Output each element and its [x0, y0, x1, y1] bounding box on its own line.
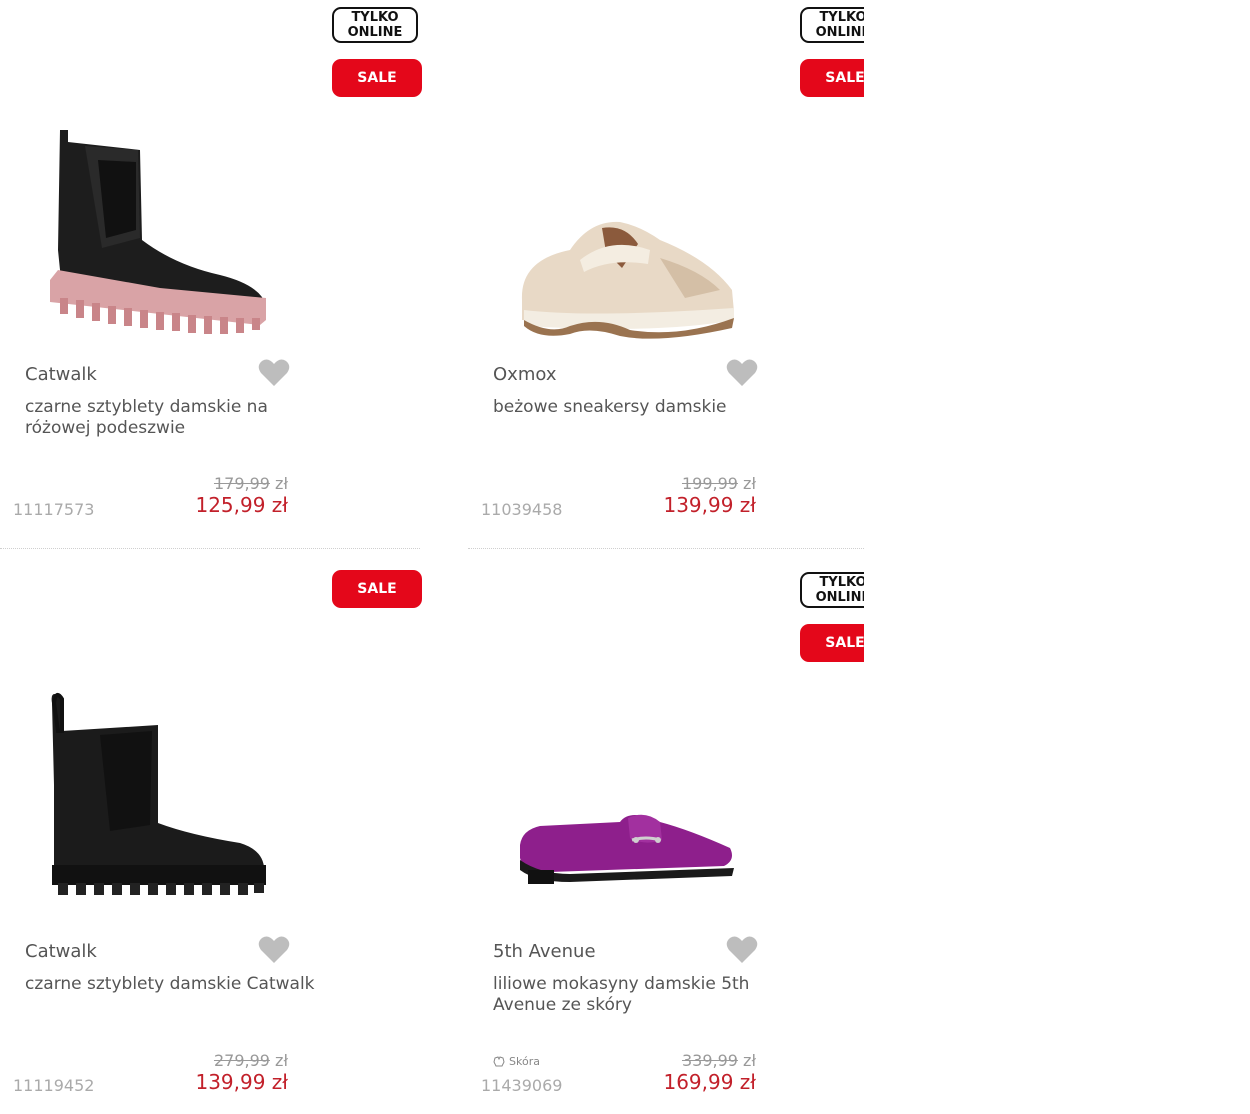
sale-badge: SALE: [332, 59, 422, 97]
product-card[interactable]: SALE Catwalk czarne sztyblety damskie Ca…: [0, 565, 430, 1114]
sale-price: 139,99 zł: [663, 493, 756, 517]
online-only-badge: TYLKO ONLINE: [800, 572, 864, 608]
sale-badge: SALE: [800, 59, 864, 97]
product-sku: 11039458: [481, 500, 563, 519]
product-image[interactable]: [510, 140, 750, 370]
online-only-badge: TYLKO ONLINE: [332, 7, 418, 43]
product-sku: 11117573: [13, 500, 95, 519]
sale-price: 169,99 zł: [663, 1070, 756, 1094]
sale-badge: SALE: [800, 624, 864, 662]
product-sku: 11119452: [13, 1076, 95, 1095]
old-price: 179,99 zł: [213, 474, 288, 493]
product-image[interactable]: [40, 675, 280, 905]
product-brand: Catwalk: [25, 941, 97, 962]
sale-price: 125,99 zł: [195, 493, 288, 517]
product-brand: Catwalk: [25, 364, 97, 385]
product-grid: TYLKO ONLINE SALE Catwalk czarne sztyble…: [0, 0, 864, 1114]
heart-icon[interactable]: [726, 358, 758, 388]
divider: [468, 548, 864, 549]
material-tag: Skóra: [493, 1055, 540, 1068]
heart-icon[interactable]: [726, 935, 758, 965]
product-brand: Oxmox: [493, 364, 557, 385]
old-price: 199,99 zł: [681, 474, 756, 493]
divider: [0, 548, 420, 549]
online-only-badge: TYLKO ONLINE: [800, 7, 864, 43]
product-image[interactable]: [40, 120, 280, 350]
product-card[interactable]: TYLKO ONLINE SALE Oxmox beżowe sneakersy…: [468, 0, 864, 560]
product-card[interactable]: TYLKO ONLINE SALE 5th Avenue liliowe mok…: [468, 565, 864, 1114]
product-name[interactable]: liliowe mokasyny damskie 5th Avenue ze s…: [493, 974, 783, 1016]
product-name[interactable]: czarne sztyblety damskie Catwalk: [25, 974, 315, 995]
product-brand: 5th Avenue: [493, 941, 596, 962]
old-price: 339,99 zł: [681, 1051, 756, 1070]
product-sku: 11439069: [481, 1076, 563, 1095]
sale-badge: SALE: [332, 570, 422, 608]
product-card[interactable]: TYLKO ONLINE SALE Catwalk czarne sztyble…: [0, 0, 430, 560]
sale-price: 139,99 zł: [195, 1070, 288, 1094]
product-name[interactable]: beżowe sneakersy damskie: [493, 397, 783, 418]
heart-icon[interactable]: [258, 935, 290, 965]
old-price: 279,99 zł: [213, 1051, 288, 1070]
leather-icon: [493, 1055, 505, 1066]
product-image[interactable]: [510, 690, 750, 920]
heart-icon[interactable]: [258, 358, 290, 388]
product-name[interactable]: czarne sztyblety damskie na różowej pode…: [25, 397, 315, 439]
